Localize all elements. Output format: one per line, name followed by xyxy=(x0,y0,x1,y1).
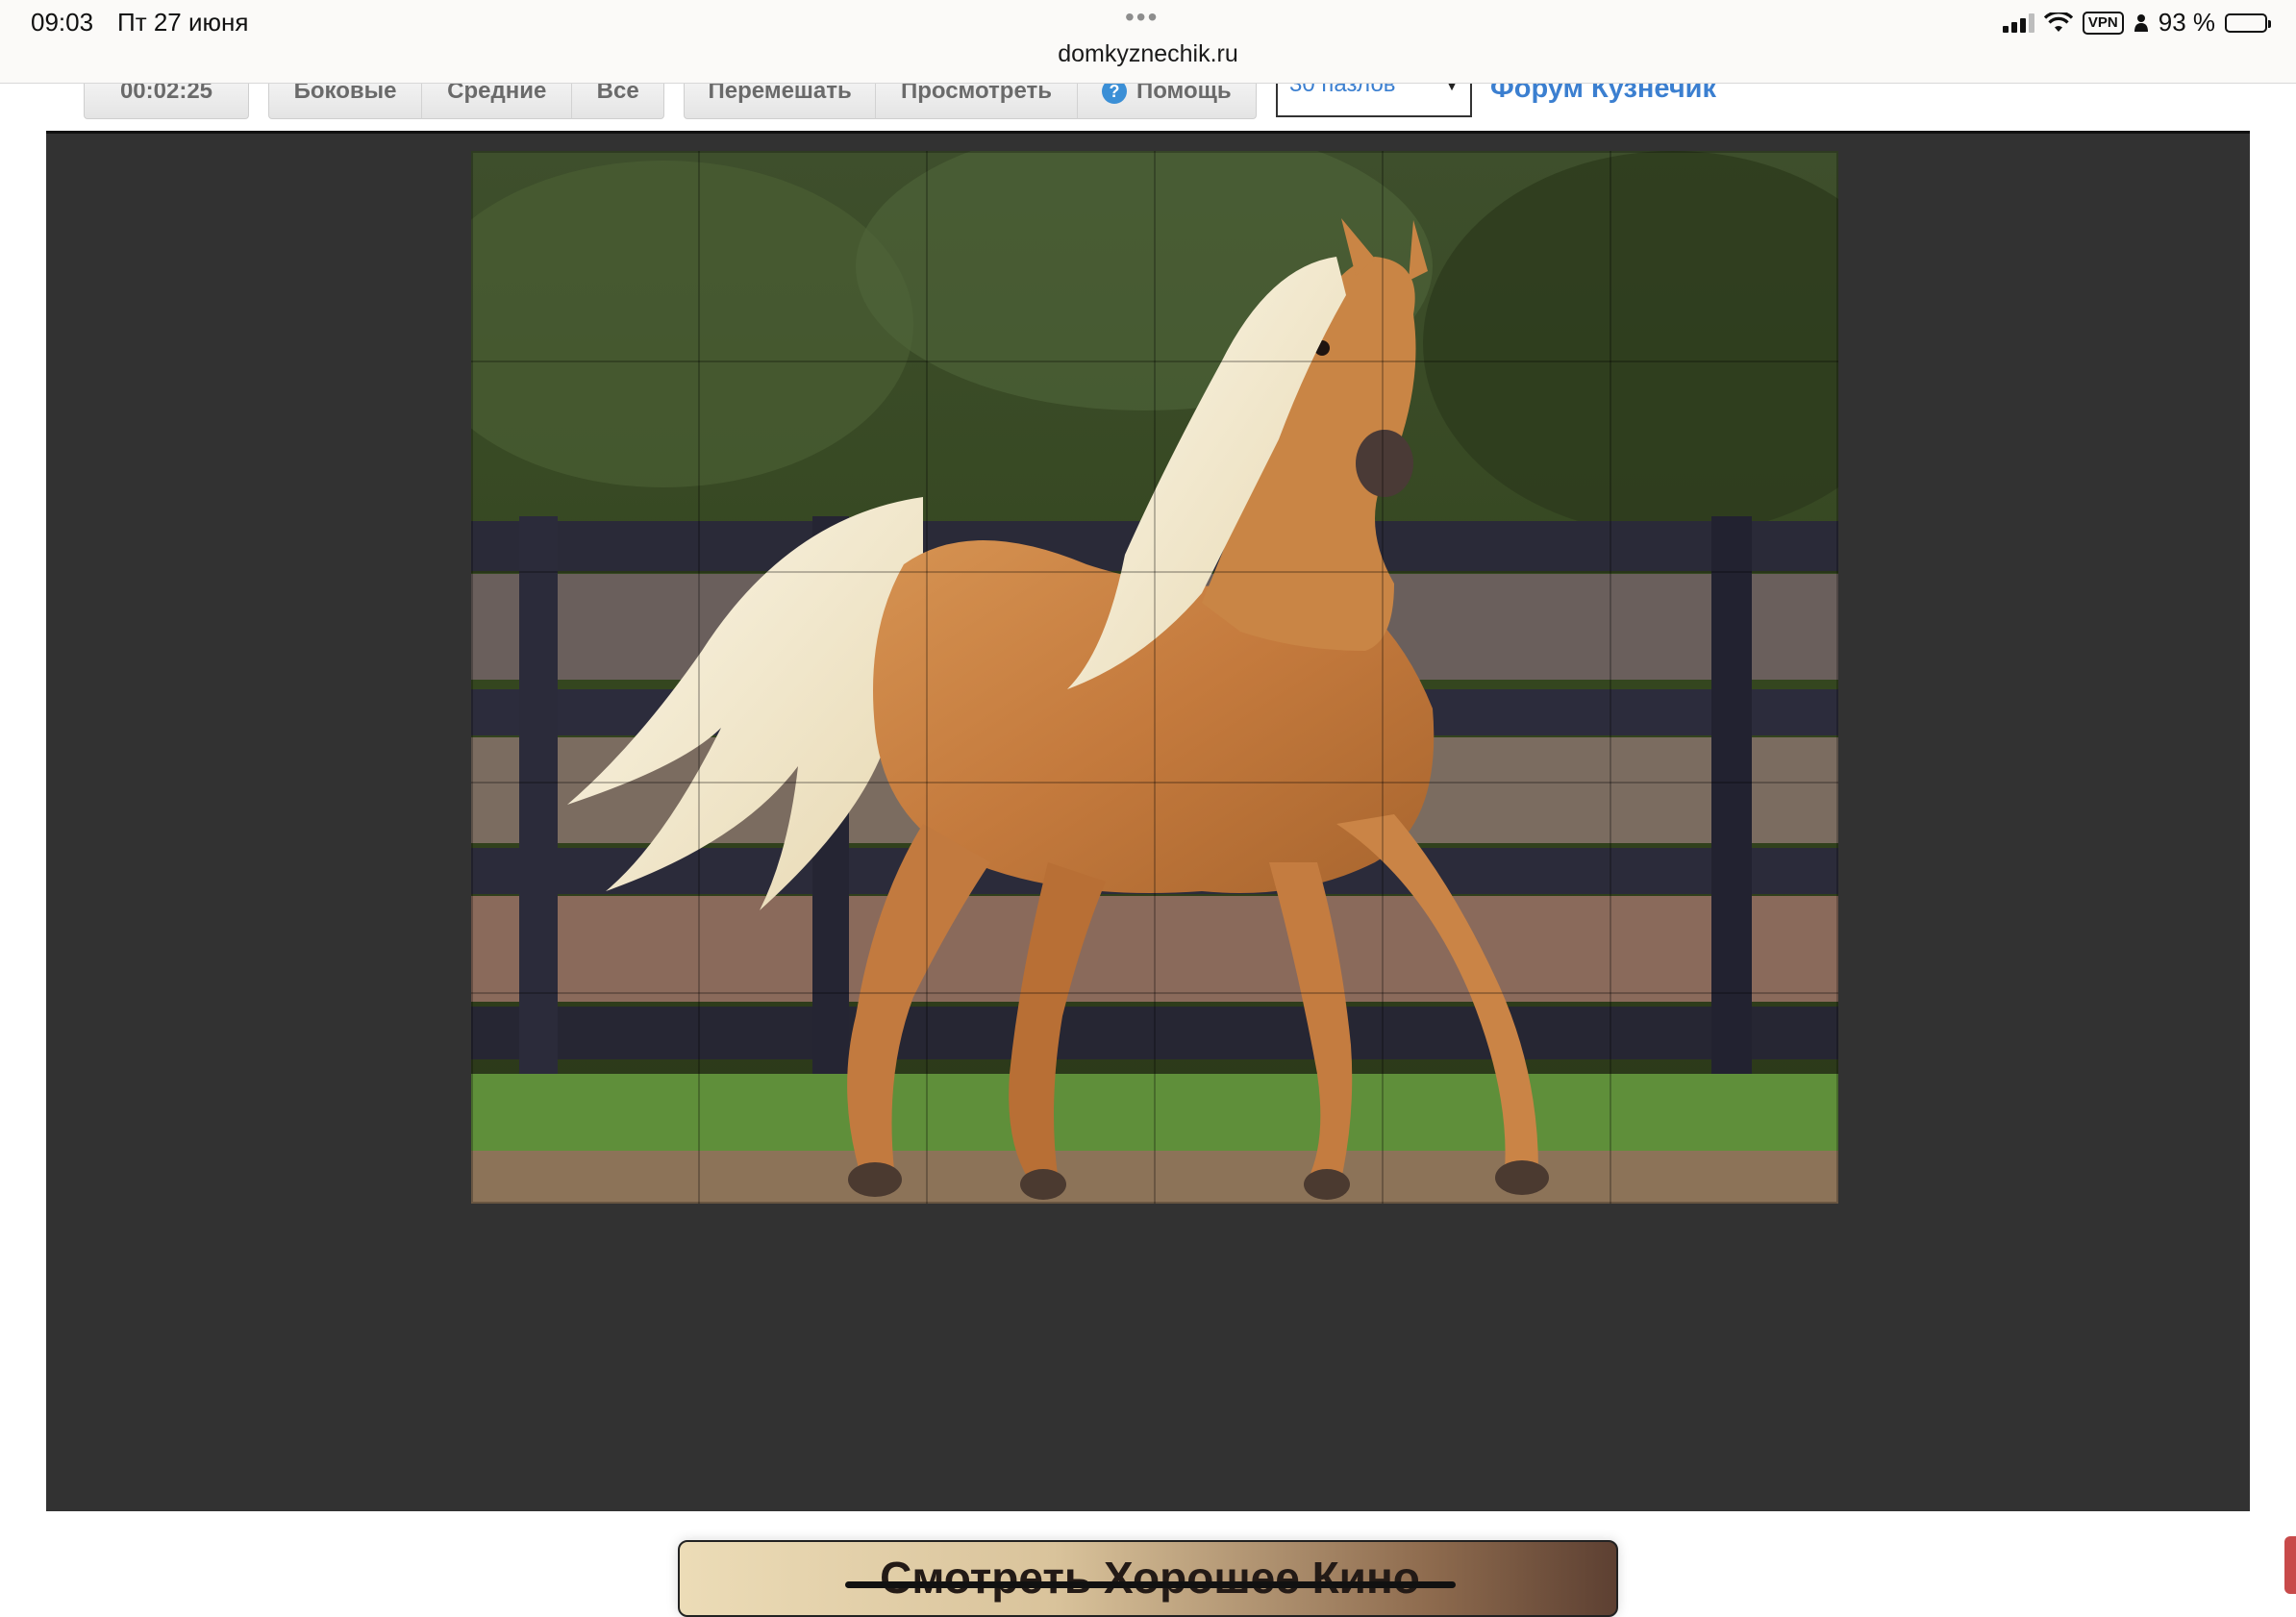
vpn-badge: VPN xyxy=(2082,11,2124,35)
ad-banner-text: Смотреть Хорошее Кино xyxy=(880,1553,1420,1603)
status-bar: 09:03 Пт 27 июня ••• domkyznechik.ru VPN… xyxy=(0,0,2296,84)
horse-puzzle-image xyxy=(471,151,1838,1204)
cellular-signal-icon xyxy=(2002,12,2034,33)
battery-percent: 93 % xyxy=(2158,8,2215,37)
side-tab[interactable] xyxy=(2284,1536,2296,1594)
person-icon xyxy=(2134,13,2148,32)
battery-icon xyxy=(2225,12,2271,33)
wifi-icon xyxy=(2043,12,2073,32)
date: Пт 27 июня xyxy=(117,8,249,37)
address-bar-url[interactable]: domkyznechik.ru xyxy=(0,40,2296,68)
ad-banner[interactable]: Смотреть Хорошее Кино xyxy=(678,1540,1618,1617)
browser-menu-dots[interactable]: ••• xyxy=(1125,2,1159,33)
ad-strike-line xyxy=(845,1581,1456,1588)
clock: 09:03 xyxy=(31,8,94,37)
status-icons: VPN 93 % xyxy=(2002,8,2271,37)
puzzle-board xyxy=(46,131,2250,1511)
assembled-puzzle[interactable] xyxy=(471,151,1838,1204)
